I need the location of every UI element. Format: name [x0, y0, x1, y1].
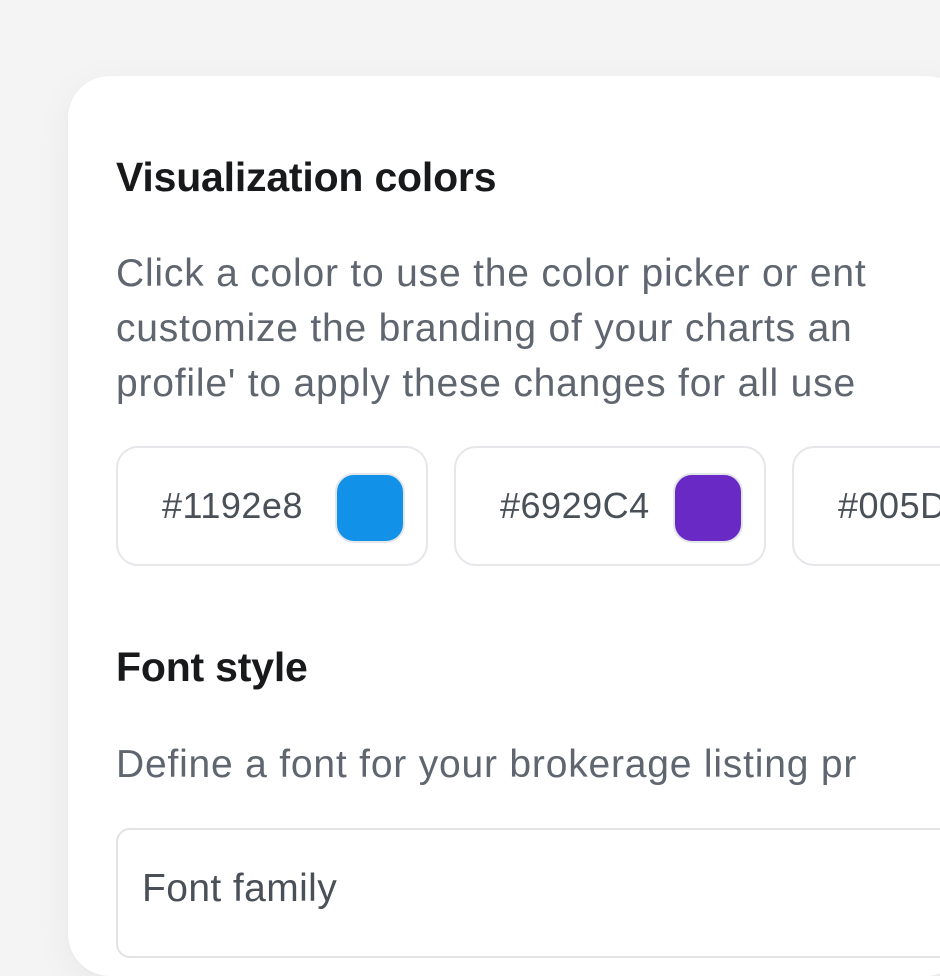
color-swatch-1[interactable]: #1192e8: [116, 446, 428, 566]
font-family-select[interactable]: Font family: [116, 828, 940, 958]
font-style-description: Define a font for your brokerage listing…: [116, 743, 858, 786]
color-swatch-2[interactable]: #6929C4: [454, 446, 766, 566]
font-family-label: Font family: [142, 867, 338, 910]
color-hex-value: #6929C4: [500, 485, 650, 526]
color-hex-value: #1192e8: [162, 485, 303, 526]
font-style-title: Font style: [116, 644, 308, 690]
color-preview-chip[interactable]: [335, 473, 405, 543]
color-preview-chip[interactable]: [673, 473, 743, 543]
description-line: Click a color to use the color picker or…: [116, 252, 867, 295]
settings-card: Visualization colors Click a color to us…: [68, 76, 940, 976]
description-line: profile' to apply these changes for all …: [116, 362, 856, 405]
visualization-colors-description: Click a color to use the color picker or…: [116, 246, 867, 411]
visualization-colors-title: Visualization colors: [116, 154, 497, 200]
color-hex-value: #005D5: [838, 485, 940, 526]
color-swatch-3[interactable]: #005D5: [792, 446, 940, 566]
description-line: customize the branding of your charts an: [116, 307, 853, 350]
